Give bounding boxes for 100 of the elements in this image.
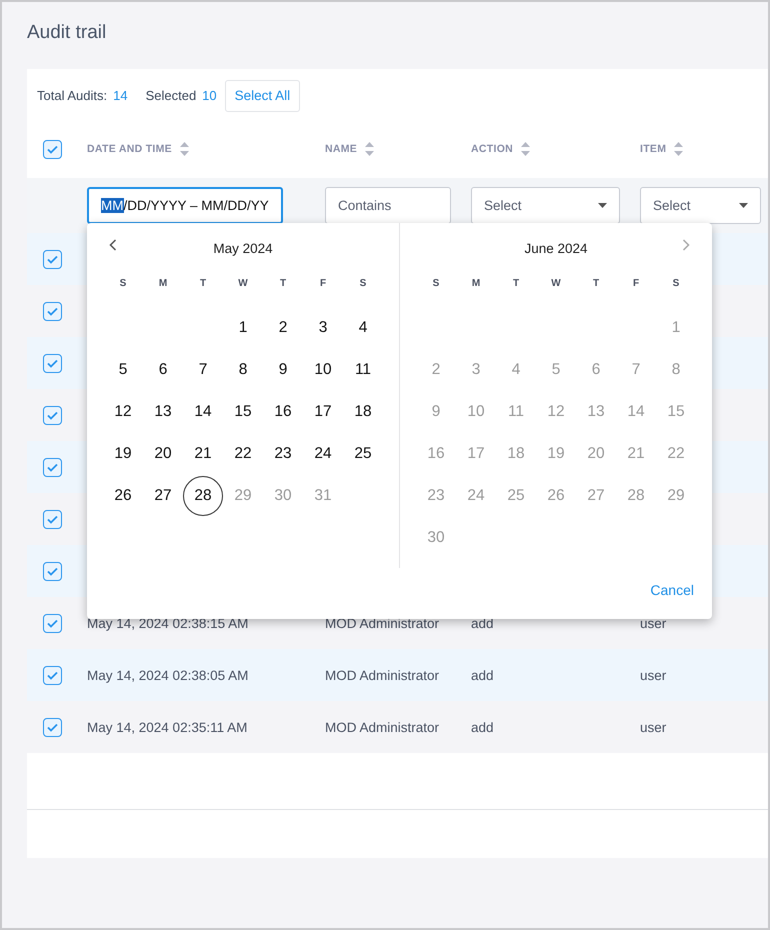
calendar-day[interactable]: 24 (303, 434, 343, 474)
calendar-day[interactable]: 30 (263, 476, 303, 516)
calendar-day[interactable]: 4 (343, 308, 383, 348)
calendar-day[interactable]: 20 (143, 434, 183, 474)
calendar-day[interactable]: 29 (223, 476, 263, 516)
check-icon (47, 306, 58, 316)
weekday-label: T (512, 278, 520, 288)
calendar-day[interactable]: 23 (416, 476, 456, 516)
sort-icon[interactable] (674, 142, 684, 156)
checkbox[interactable] (43, 562, 62, 580)
weekday-label: S (432, 278, 440, 288)
checkbox[interactable] (43, 140, 62, 158)
selected-label: Selected (146, 88, 196, 103)
calendar-day[interactable]: 6 (576, 350, 616, 390)
calendar-day[interactable]: 16 (263, 392, 303, 432)
calendar-day[interactable]: 18 (496, 434, 536, 474)
checkbox[interactable] (43, 354, 62, 372)
calendar-day[interactable]: 6 (143, 350, 183, 390)
calendar-day[interactable]: 24 (456, 476, 496, 516)
checkbox[interactable] (43, 458, 62, 476)
weekday-label: T (280, 278, 286, 288)
checkbox[interactable] (43, 250, 62, 268)
sort-icon[interactable] (180, 142, 189, 156)
column-header[interactable]: ITEM (640, 143, 666, 155)
checkbox[interactable] (43, 666, 62, 684)
next-month-button[interactable] (680, 237, 692, 253)
calendar-day[interactable]: 11 (343, 350, 383, 390)
calendar-day[interactable]: 7 (183, 350, 223, 390)
calendar-day[interactable]: 8 (223, 350, 263, 390)
check-icon (47, 670, 58, 680)
calendar-day[interactable]: 22 (223, 434, 263, 474)
calendar-day[interactable]: 5 (103, 350, 143, 390)
calendar-day[interactable]: 1 (223, 308, 263, 348)
column-header[interactable]: NAME (325, 143, 358, 155)
checkbox[interactable] (43, 718, 62, 736)
previous-month-button[interactable] (107, 237, 119, 253)
sort-icon[interactable] (365, 142, 374, 156)
column-header[interactable]: DATE AND TIME (87, 143, 172, 155)
action-dropdown[interactable]: Select (471, 187, 620, 224)
calendar-day[interactable]: 12 (103, 392, 143, 432)
column-header[interactable]: ACTION (471, 143, 514, 155)
item-dropdown[interactable]: Select (640, 187, 761, 224)
sort-icon[interactable] (521, 142, 530, 156)
date-cell-text: May 14, 2024 02:38:05 AM (87, 668, 250, 682)
calendar-day[interactable]: 7 (616, 350, 656, 390)
calendar-day[interactable]: 9 (416, 392, 456, 432)
calendar-day[interactable]: 3 (456, 350, 496, 390)
calendar-day[interactable]: 12 (536, 392, 576, 432)
calendar-day[interactable]: 5 (536, 350, 576, 390)
checkbox[interactable] (43, 302, 62, 320)
calendar-day[interactable]: 2 (416, 350, 456, 390)
calendar-day[interactable]: 4 (496, 350, 536, 390)
calendar-day[interactable]: 9 (263, 350, 303, 390)
calendar-day[interactable]: 10 (456, 392, 496, 432)
calendar-day[interactable]: 20 (576, 434, 616, 474)
calendar-day[interactable]: 15 (656, 392, 696, 432)
name-cell-text: MOD Administrator (325, 616, 440, 630)
checkbox[interactable] (43, 510, 62, 528)
calendar-day[interactable]: 27 (576, 476, 616, 516)
calendar-day[interactable]: 17 (456, 434, 496, 474)
action-cell-text: add (471, 668, 495, 682)
calendar-day[interactable]: 8 (656, 350, 696, 390)
calendar-day[interactable]: 28 (616, 476, 656, 516)
calendar-day[interactable]: 15 (223, 392, 263, 432)
calendar-day[interactable]: 13 (143, 392, 183, 432)
total-label: Total Audits: (37, 88, 108, 103)
calendar-day[interactable]: 19 (103, 434, 143, 474)
calendar-day[interactable]: 1 (656, 308, 696, 348)
calendar-day[interactable]: 14 (616, 392, 656, 432)
calendar-day[interactable]: 13 (576, 392, 616, 432)
calendar-day[interactable]: 29 (656, 476, 696, 516)
name-filter-field[interactable]: Contains (325, 187, 451, 224)
calendar-day[interactable]: 26 (536, 476, 576, 516)
calendar-day[interactable]: 19 (536, 434, 576, 474)
calendar-day[interactable]: 21 (183, 434, 223, 474)
calendar-day[interactable]: 10 (303, 350, 343, 390)
calendar-day[interactable]: 3 (303, 308, 343, 348)
calendar-day[interactable]: 21 (616, 434, 656, 474)
calendar-day[interactable]: 11 (496, 392, 536, 432)
calendar-day[interactable]: 17 (303, 392, 343, 432)
checkbox[interactable] (43, 406, 62, 424)
calendar-day[interactable]: 14 (183, 392, 223, 432)
calendar-day[interactable]: 28 (183, 476, 223, 516)
cancel-button[interactable]: Cancel (650, 582, 694, 598)
calendar-day[interactable]: 18 (343, 392, 383, 432)
calendar-day[interactable]: 30 (416, 518, 456, 558)
calendar-day[interactable]: 26 (103, 476, 143, 516)
calendar-day[interactable]: 25 (496, 476, 536, 516)
checkbox[interactable] (43, 614, 62, 632)
calendar-day[interactable]: 25 (343, 434, 383, 474)
select-all-button[interactable]: Select All (224, 80, 300, 112)
calendar-day[interactable]: 23 (263, 434, 303, 474)
calendar-day[interactable]: 27 (143, 476, 183, 516)
calendar-day[interactable]: 22 (656, 434, 696, 474)
calendar-day[interactable]: 16 (416, 434, 456, 474)
action-cell-text: add (471, 720, 495, 734)
calendar-day[interactable]: 2 (263, 308, 303, 348)
weekday-label: T (592, 278, 600, 288)
calendar-day[interactable]: 31 (303, 476, 343, 516)
caret-icon (598, 203, 607, 208)
